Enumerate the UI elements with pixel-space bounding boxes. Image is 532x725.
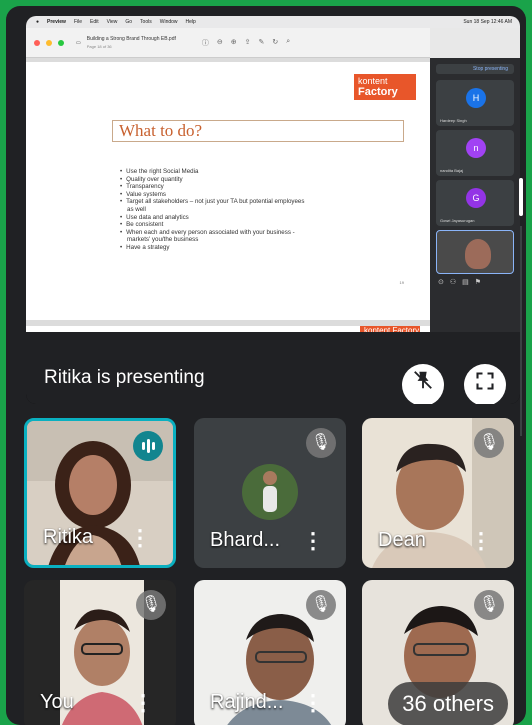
sidebar-toggle-icon[interactable]: ▭ <box>76 40 81 46</box>
participant-name: Ritika <box>43 526 94 548</box>
bullet-item: Quality over quantity <box>120 176 350 184</box>
speaking-indicator-icon <box>133 431 163 461</box>
bullet-item: Have a strategy <box>120 244 350 252</box>
mini-participant-tile: G Gowri Jayasurugan <box>436 180 514 226</box>
mac-menubar: ● Preview File Edit View Go Tools Window… <box>26 16 520 28</box>
mic-off-icon: 🎙︎ <box>474 590 504 620</box>
more-options-icon[interactable]: ⋮ <box>132 690 154 716</box>
participant-video <box>465 239 491 269</box>
share-icon[interactable]: ⇪ <box>245 38 251 48</box>
zoom-window-icon[interactable] <box>58 39 64 46</box>
minimize-window-icon[interactable] <box>46 39 52 46</box>
presentation-footer: Ritika is presenting <box>26 332 520 404</box>
bullet-item: Be consistent <box>120 221 350 229</box>
logo-line1: kontent <box>358 76 388 86</box>
participant-tile-dean[interactable]: 🎙︎ Dean ⋮ <box>362 418 514 568</box>
bullet-continuation: as well <box>127 205 146 213</box>
pdf-toolbar-icons: ⓘ ⊖ ⊕ ⇪ ✎ ↻ ⌕ <box>202 38 290 48</box>
more-options-icon[interactable]: ⋮ <box>302 528 324 554</box>
participant-tile-you[interactable]: 🎙︎ You ⋮ <box>24 580 176 725</box>
participant-name: nandita Bajaj <box>440 168 464 173</box>
others-count-badge[interactable]: 36 others <box>388 682 508 725</box>
shared-meet-sidebar: Stop presenting H Hardeep Singh n nandit… <box>430 28 520 332</box>
participant-tile-ritika[interactable]: Ritika ⋮ <box>24 418 176 568</box>
chat-icon[interactable]: ▤ <box>462 278 469 286</box>
participant-name: Hardeep Singh <box>440 118 467 123</box>
close-window-icon[interactable] <box>34 39 40 46</box>
mic-off-icon: 🎙︎ <box>474 428 504 458</box>
mini-self-tile <box>436 230 514 274</box>
fullscreen-icon <box>476 372 494 390</box>
participant-name: Dean <box>378 529 426 551</box>
bullet-item: Transparency <box>120 183 350 191</box>
kontent-factory-logo: kontent Factory <box>354 74 416 100</box>
mic-off-icon: 🎙︎ <box>306 428 336 458</box>
markup-icon[interactable]: ✎ <box>259 38 265 48</box>
bullet-continuation: markets' you/the business <box>127 236 199 244</box>
pdf-page-info: Page 18 of 36 <box>86 43 112 49</box>
activities-icon[interactable]: ⚑ <box>475 278 481 286</box>
bullet-item: Target all stakeholders – not just your … <box>120 198 350 206</box>
avatar: H <box>466 88 486 108</box>
browser-bar <box>430 28 520 58</box>
people-icon[interactable]: ⚇ <box>450 278 456 286</box>
pdf-title-block: Building a Strong Brand Through EB.pdf P… <box>87 36 176 50</box>
pdf-toolbar: ▭ Building a Strong Brand Through EB.pdf… <box>26 28 430 58</box>
more-icon[interactable]: ⊙ <box>438 278 444 286</box>
fullscreen-button[interactable] <box>464 364 506 404</box>
menu-help[interactable]: Help <box>186 19 196 25</box>
avatar: G <box>466 188 486 208</box>
mic-off-icon: 🎙︎ <box>306 590 336 620</box>
mini-participant-tile: n nandita Bajaj <box>436 130 514 176</box>
mini-participant-tile: H Hardeep Singh <box>436 80 514 126</box>
pdf-page: kontent Factory What to do? Use the righ… <box>26 58 430 320</box>
pin-off-icon <box>414 371 432 389</box>
search-icon[interactable]: ⌕ <box>286 38 290 48</box>
participant-tile-bhard[interactable]: 🎙︎ Bhard... ⋮ <box>194 418 346 568</box>
bullet-item: Use data and analytics <box>120 214 350 222</box>
meet-window: ● Preview File Edit View Go Tools Window… <box>6 6 526 725</box>
scrollbar-track[interactable] <box>520 226 522 436</box>
mini-controls: ⊙ ⚇ ▤ ⚑ <box>430 278 520 286</box>
participant-name: Rajind... <box>210 691 284 713</box>
next-pdf-page: kontent Factory <box>26 320 430 338</box>
participant-tile-rajind[interactable]: 🎙︎ Rajind... ⋮ <box>194 580 346 725</box>
more-options-icon[interactable]: ⋮ <box>470 528 492 554</box>
menubar-app[interactable]: Preview <box>47 19 66 25</box>
more-options-icon[interactable]: ⋮ <box>302 690 324 716</box>
participant-name: You <box>40 691 74 713</box>
logo-line2: Factory <box>358 86 398 98</box>
participant-tile-others[interactable]: 🎙︎ 36 others <box>362 580 514 725</box>
bullet-item: Value systems <box>120 191 350 199</box>
scrollbar-thumb[interactable] <box>519 178 523 216</box>
more-options-icon[interactable]: ⋮ <box>129 525 151 551</box>
zoom-out-icon[interactable]: ⊖ <box>217 38 223 48</box>
slide-page-number: 19 <box>399 280 404 285</box>
menu-tools[interactable]: Tools <box>140 19 152 25</box>
pdf-title: Building a Strong Brand Through EB.pdf <box>86 35 176 42</box>
slide-title: What to do? <box>112 120 404 142</box>
menu-edit[interactable]: Edit <box>90 19 99 25</box>
apple-icon[interactable]: ● <box>36 19 39 25</box>
participant-name: Bhard... <box>210 529 281 551</box>
mic-off-icon: 🎙︎ <box>136 590 166 620</box>
menubar-clock: Sun 18 Sep 12:46 AM <box>463 19 512 25</box>
participant-name: Gowri Jayasurugan <box>440 218 475 223</box>
menu-go[interactable]: Go <box>125 19 132 25</box>
menu-window[interactable]: Window <box>160 19 178 25</box>
presenting-label: Ritika is presenting <box>44 367 205 388</box>
presentation-area: ● Preview File Edit View Go Tools Window… <box>26 16 520 404</box>
info-icon[interactable]: ⓘ <box>202 38 209 48</box>
menu-view[interactable]: View <box>107 19 118 25</box>
bullet-item: When each and every person associated wi… <box>120 229 350 237</box>
slide-bullets: Use the right Social Media Quality over … <box>120 168 350 252</box>
stop-presenting-button[interactable]: Stop presenting <box>436 64 514 74</box>
avatar: n <box>466 138 486 158</box>
unpin-button[interactable] <box>402 364 444 404</box>
menu-file[interactable]: File <box>74 19 82 25</box>
bullet-item: Use the right Social Media <box>120 168 350 176</box>
rotate-icon[interactable]: ↻ <box>272 38 278 48</box>
zoom-in-icon[interactable]: ⊕ <box>231 38 237 48</box>
